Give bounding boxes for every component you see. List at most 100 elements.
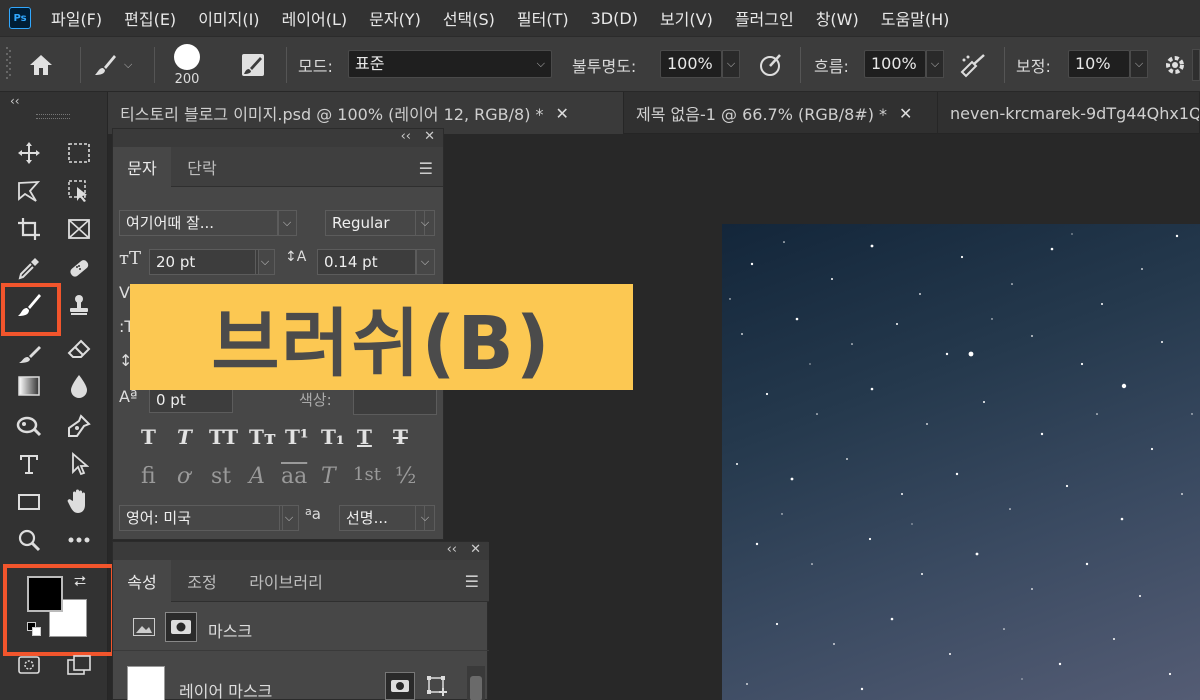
lasso-tool[interactable] bbox=[11, 175, 47, 207]
faux-bold-button[interactable]: T bbox=[141, 425, 156, 449]
close-icon[interactable]: ✕ bbox=[470, 542, 481, 557]
font-size-dropdown[interactable]: ⌵ bbox=[255, 249, 275, 275]
faux-italic-button[interactable]: T bbox=[177, 425, 192, 449]
font-style-dropdown[interactable]: ⌵ bbox=[415, 210, 435, 236]
smoothing-dropdown[interactable]: ⌵ bbox=[1130, 50, 1148, 78]
tab-properties[interactable]: 속성 bbox=[113, 560, 171, 602]
close-icon[interactable]: ✕ bbox=[424, 129, 435, 144]
tab-libraries[interactable]: 라이브러리 bbox=[233, 560, 339, 602]
object-select-tool[interactable] bbox=[61, 175, 97, 207]
brush-size-picker[interactable]: 200 bbox=[168, 37, 206, 93]
fractions-button[interactable]: ½ bbox=[395, 464, 416, 489]
eyedropper-tool[interactable] bbox=[11, 252, 47, 284]
clone-stamp-tool[interactable] bbox=[61, 289, 97, 321]
all-caps-button[interactable]: TT bbox=[209, 425, 238, 449]
doc-tab-2[interactable]: 제목 없음-1 @ 66.7% (RGB/8#) * ✕ bbox=[624, 92, 938, 134]
menu-file[interactable]: 파일(F) bbox=[51, 6, 102, 30]
select-mask-button[interactable] bbox=[385, 672, 415, 700]
subscript-button[interactable]: T₁ bbox=[321, 425, 345, 449]
menu-window[interactable]: 창(W) bbox=[816, 6, 859, 30]
font-family-select[interactable]: 여기어때 잘... bbox=[119, 210, 279, 236]
toolbar-grip[interactable] bbox=[36, 114, 70, 119]
frame-tool[interactable] bbox=[61, 213, 97, 245]
panel-menu-icon[interactable]: ☰ bbox=[465, 572, 479, 591]
small-caps-button[interactable]: Tт bbox=[249, 425, 276, 449]
mask-thumbnail[interactable] bbox=[127, 666, 165, 700]
swash-button[interactable]: A bbox=[249, 464, 265, 489]
options-grip[interactable] bbox=[6, 37, 16, 93]
dodge-tool[interactable] bbox=[11, 410, 47, 442]
underline-button[interactable]: T bbox=[357, 425, 372, 449]
scrollbar-thumb[interactable] bbox=[470, 676, 482, 700]
quick-mask-button[interactable] bbox=[11, 649, 47, 681]
mode-select[interactable]: 표준 ⌵ bbox=[348, 50, 552, 78]
smoothing-settings-button[interactable] bbox=[1164, 37, 1190, 93]
screen-mode-button[interactable] bbox=[61, 649, 97, 681]
panel-menu-icon[interactable]: ☰ bbox=[419, 159, 433, 178]
strikethrough-button[interactable]: T bbox=[393, 425, 408, 449]
menu-plugins[interactable]: 플러그인 bbox=[735, 6, 794, 30]
rectangle-tool[interactable] bbox=[11, 486, 47, 518]
collapse-panel-icon[interactable]: ‹‹ bbox=[401, 129, 411, 144]
baseline-shift-input[interactable]: 0 pt bbox=[149, 387, 233, 413]
doc-tab-3[interactable]: neven-krcmarek-9dTg44Qhx1Q bbox=[938, 92, 1200, 134]
antialias-dropdown[interactable]: ⌵ bbox=[415, 505, 435, 531]
language-dropdown[interactable]: ⌵ bbox=[279, 505, 299, 531]
healing-brush-tool[interactable] bbox=[61, 252, 97, 284]
add-vector-mask-button[interactable] bbox=[425, 674, 449, 698]
opacity-input[interactable]: 100% bbox=[660, 50, 722, 78]
menu-help[interactable]: 도움말(H) bbox=[881, 6, 950, 30]
home-button[interactable] bbox=[28, 37, 58, 93]
standard-ligatures-button[interactable]: fi bbox=[141, 464, 156, 489]
antialias-select[interactable]: 선명... bbox=[339, 505, 425, 531]
zoom-tool[interactable] bbox=[11, 524, 47, 556]
font-style-select[interactable]: Regular bbox=[325, 210, 425, 236]
font-size-input[interactable]: 20 pt bbox=[149, 249, 259, 275]
path-select-tool[interactable] bbox=[61, 448, 97, 480]
edit-toolbar-button[interactable] bbox=[61, 524, 97, 556]
close-icon[interactable]: ✕ bbox=[556, 104, 569, 123]
type-tool[interactable] bbox=[11, 448, 47, 480]
leading-input[interactable]: 0.14 pt bbox=[317, 249, 417, 275]
menu-filter[interactable]: 필터(T) bbox=[517, 6, 569, 30]
pressure-opacity-button[interactable] bbox=[758, 37, 786, 93]
menu-image[interactable]: 이미지(I) bbox=[198, 6, 259, 30]
tool-preset-picker[interactable]: ⌵ bbox=[92, 37, 142, 93]
flow-input[interactable]: 100% bbox=[864, 50, 926, 78]
crop-tool[interactable] bbox=[11, 213, 47, 245]
collapse-panel-icon[interactable]: ‹‹ bbox=[447, 542, 457, 557]
close-icon[interactable]: ✕ bbox=[899, 104, 912, 123]
scrollbar-track[interactable] bbox=[467, 666, 485, 700]
stylistic-alternates-button[interactable]: aa bbox=[281, 464, 307, 489]
menu-layer[interactable]: 레이어(L) bbox=[282, 6, 348, 30]
layer-mask-button[interactable] bbox=[165, 612, 197, 642]
superscript-button[interactable]: T¹ bbox=[285, 425, 309, 449]
menu-edit[interactable]: 편집(E) bbox=[124, 6, 176, 30]
titling-alternates-button[interactable]: T bbox=[321, 464, 336, 489]
font-family-dropdown[interactable]: ⌵ bbox=[277, 210, 297, 236]
tab-adjustments[interactable]: 조정 bbox=[173, 560, 231, 602]
flow-dropdown[interactable]: ⌵ bbox=[926, 50, 944, 78]
pixel-mask-icon[interactable] bbox=[133, 618, 155, 636]
tab-paragraph[interactable]: 단락 bbox=[173, 147, 231, 187]
pen-tool[interactable] bbox=[61, 410, 97, 442]
language-select[interactable]: 영어: 미국 bbox=[119, 505, 283, 531]
opacity-dropdown[interactable]: ⌵ bbox=[722, 50, 740, 78]
leading-dropdown[interactable]: ⌵ bbox=[415, 249, 435, 275]
move-tool[interactable] bbox=[11, 137, 47, 169]
contextual-alternates-button[interactable]: ơ bbox=[177, 464, 190, 489]
menu-3d[interactable]: 3D(D) bbox=[591, 9, 638, 28]
options-overflow[interactable] bbox=[1192, 49, 1200, 81]
discretionary-ligatures-button[interactable]: st bbox=[211, 464, 231, 489]
photoshop-logo-icon[interactable]: Ps bbox=[9, 7, 31, 29]
blur-tool[interactable] bbox=[61, 370, 97, 402]
hand-tool[interactable] bbox=[61, 486, 97, 518]
marquee-tool[interactable] bbox=[61, 137, 97, 169]
brush-settings-button[interactable] bbox=[240, 37, 274, 93]
collapse-toolbar-icon[interactable]: ‹‹ bbox=[10, 94, 20, 108]
ordinals-button[interactable]: 1st bbox=[353, 464, 381, 485]
eraser-tool[interactable] bbox=[61, 333, 97, 365]
airbrush-button[interactable] bbox=[958, 37, 990, 93]
history-brush-tool[interactable] bbox=[11, 339, 47, 371]
smoothing-input[interactable]: 10% bbox=[1068, 50, 1130, 78]
